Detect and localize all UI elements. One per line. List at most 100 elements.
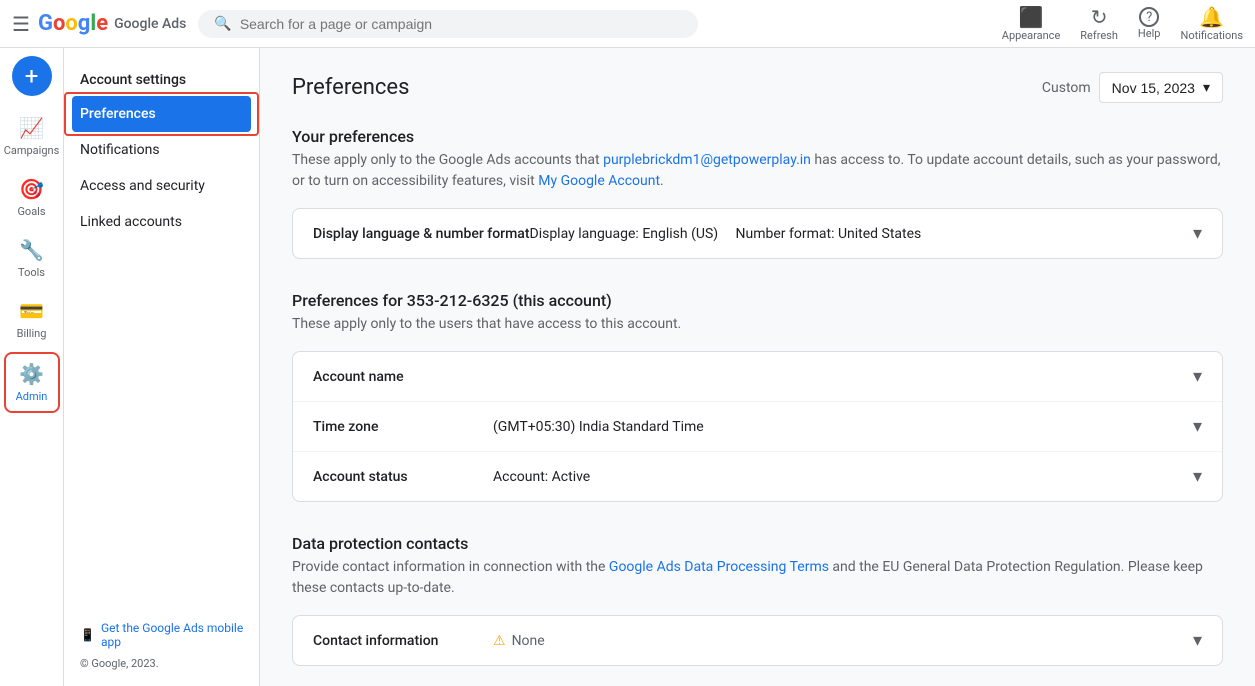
account-preferences-title: Preferences for 353-212-6325 (this accou… bbox=[292, 291, 1223, 310]
data-protection-desc: Provide contact information in connectio… bbox=[292, 557, 1223, 599]
refresh-action[interactable]: ↻ Refresh bbox=[1080, 5, 1118, 42]
help-icon: ? bbox=[1139, 7, 1159, 27]
left-nav: + 📈 Campaigns 🎯 Goals 🔧 Tools 💳 Billing … bbox=[0, 48, 64, 686]
warning-icon: ⚠ bbox=[493, 633, 506, 649]
sidebar-item-notifications-label: Notifications bbox=[80, 142, 160, 158]
topbar: ☰ Google Google Ads 🔍 ⬛ Appearance ↻ Ref… bbox=[0, 0, 1255, 48]
time-zone-label: Time zone bbox=[313, 419, 493, 435]
account-status-label: Account status bbox=[313, 469, 493, 485]
contact-information-chevron: ▾ bbox=[1193, 630, 1202, 651]
my-google-account-link[interactable]: My Google Account bbox=[538, 173, 660, 189]
account-name-chevron: ▾ bbox=[1193, 366, 1202, 387]
tools-icon: 🔧 bbox=[19, 238, 44, 262]
page-title: Preferences bbox=[292, 75, 409, 100]
mobile-app-link-text: Get the Google Ads mobile app bbox=[101, 621, 244, 649]
nav-item-billing[interactable]: 💳 Billing bbox=[4, 291, 60, 348]
topbar-right: ⬛ Appearance ↻ Refresh ? Help 🔔 Notifica… bbox=[1002, 5, 1243, 42]
hamburger-icon[interactable]: ☰ bbox=[12, 12, 30, 36]
notifications-label: Notifications bbox=[1180, 29, 1243, 42]
display-language-chevron: ▾ bbox=[1193, 223, 1202, 244]
number-value: United States bbox=[838, 226, 921, 242]
nav-item-admin[interactable]: ⚙️ Admin bbox=[4, 352, 60, 413]
sidebar-item-preferences[interactable]: Preferences bbox=[72, 96, 251, 132]
nav-item-campaigns-label: Campaigns bbox=[4, 144, 60, 157]
refresh-label: Refresh bbox=[1080, 29, 1118, 42]
mobile-icon: 📱 bbox=[80, 628, 95, 642]
date-value: Nov 15, 2023 bbox=[1112, 80, 1195, 96]
time-zone-chevron: ▾ bbox=[1193, 416, 1202, 437]
refresh-icon: ↻ bbox=[1091, 5, 1108, 29]
data-protection-title: Data protection contacts bbox=[292, 534, 1223, 553]
appearance-action[interactable]: ⬛ Appearance bbox=[1002, 5, 1061, 42]
copyright: © Google, 2023. bbox=[80, 657, 244, 670]
search-icon: 🔍 bbox=[214, 16, 231, 32]
account-name-row[interactable]: Account name ▾ bbox=[293, 352, 1222, 402]
account-preferences-section: Preferences for 353-212-6325 (this accou… bbox=[292, 291, 1223, 502]
search-bar[interactable]: 🔍 bbox=[198, 10, 698, 38]
sidebar-item-access-security[interactable]: Access and security bbox=[64, 168, 259, 204]
time-zone-row[interactable]: Time zone (GMT+05:30) India Standard Tim… bbox=[293, 402, 1222, 452]
nav-item-goals-label: Goals bbox=[17, 205, 45, 218]
nav-item-campaigns[interactable]: 📈 Campaigns bbox=[4, 108, 60, 165]
account-preferences-card: Account name ▾ Time zone (GMT+05:30) Ind… bbox=[292, 351, 1223, 502]
data-protection-section: Data protection contacts Provide contact… bbox=[292, 534, 1223, 666]
appearance-icon: ⬛ bbox=[1019, 5, 1044, 29]
notifications-action[interactable]: 🔔 Notifications bbox=[1180, 5, 1243, 42]
desc-suffix: . bbox=[660, 173, 664, 189]
notifications-icon: 🔔 bbox=[1199, 5, 1224, 29]
sidebar: Account settings Preferences Notificatio… bbox=[64, 48, 260, 686]
mobile-app-link[interactable]: 📱 Get the Google Ads mobile app bbox=[80, 621, 244, 649]
your-preferences-title: Your preferences bbox=[292, 127, 1223, 146]
chevron-down-icon: ▾ bbox=[1203, 79, 1210, 96]
desc-prefix: These apply only to the Google Ads accou… bbox=[292, 152, 603, 168]
nav-item-billing-label: Billing bbox=[17, 327, 47, 340]
goals-icon: 🎯 bbox=[19, 177, 44, 201]
your-preferences-desc: These apply only to the Google Ads accou… bbox=[292, 150, 1223, 192]
contact-information-card: Contact information ⚠ None ▾ bbox=[292, 615, 1223, 666]
logo-text: Google Ads bbox=[114, 16, 186, 32]
admin-icon: ⚙️ bbox=[19, 362, 44, 386]
campaigns-icon: 📈 bbox=[19, 116, 44, 140]
dp-desc-prefix: Provide contact information in connectio… bbox=[292, 559, 609, 575]
number-label: Number format: bbox=[736, 226, 835, 242]
date-selector: Custom Nov 15, 2023 ▾ bbox=[1042, 72, 1223, 103]
gdpr-link[interactable]: Google Ads Data Processing Terms bbox=[609, 559, 829, 575]
nav-item-goals[interactable]: 🎯 Goals bbox=[4, 169, 60, 226]
main-content: Preferences Custom Nov 15, 2023 ▾ Your p… bbox=[260, 48, 1255, 686]
help-action[interactable]: ? Help bbox=[1138, 7, 1161, 40]
date-button[interactable]: Nov 15, 2023 ▾ bbox=[1099, 72, 1223, 103]
nav-item-tools-label: Tools bbox=[18, 266, 45, 279]
contact-information-value: ⚠ None bbox=[493, 633, 545, 649]
time-zone-value: (GMT+05:30) India Standard Time bbox=[493, 419, 1193, 435]
sidebar-item-linked-accounts-label: Linked accounts bbox=[80, 214, 182, 230]
display-language-label: Display language & number format bbox=[313, 226, 530, 242]
language-label: Display language: bbox=[530, 226, 639, 242]
account-status-row[interactable]: Account status Account: Active ▾ bbox=[293, 452, 1222, 501]
sidebar-item-access-security-label: Access and security bbox=[80, 178, 205, 194]
contact-none-value: None bbox=[512, 633, 545, 649]
search-input[interactable] bbox=[240, 16, 683, 32]
account-name-label: Account name bbox=[313, 369, 493, 385]
topbar-left: ☰ Google Google Ads bbox=[12, 11, 186, 36]
nav-item-tools[interactable]: 🔧 Tools bbox=[4, 230, 60, 287]
display-language-value: Display language: English (US) Number fo… bbox=[530, 226, 1193, 242]
main-header: Preferences Custom Nov 15, 2023 ▾ bbox=[292, 72, 1223, 103]
sidebar-footer: 📱 Get the Google Ads mobile app © Google… bbox=[64, 621, 260, 670]
appearance-label: Appearance bbox=[1002, 29, 1061, 42]
create-button[interactable]: + bbox=[12, 56, 52, 96]
help-label: Help bbox=[1138, 27, 1161, 40]
display-language-card: Display language & number format Display… bbox=[292, 208, 1223, 259]
nav-item-admin-label: Admin bbox=[16, 390, 48, 403]
google-ads-logo: Google Google Ads bbox=[38, 11, 186, 36]
sidebar-item-notifications[interactable]: Notifications bbox=[64, 132, 259, 168]
sidebar-item-linked-accounts[interactable]: Linked accounts bbox=[64, 204, 259, 240]
language-value: English (US) bbox=[642, 226, 718, 242]
email-link[interactable]: purplebrickdm1@getpowerplay.in bbox=[603, 152, 811, 168]
billing-icon: 💳 bbox=[19, 299, 44, 323]
your-preferences-section: Your preferences These apply only to the… bbox=[292, 127, 1223, 259]
sidebar-item-preferences-label: Preferences bbox=[80, 106, 156, 122]
layout: + 📈 Campaigns 🎯 Goals 🔧 Tools 💳 Billing … bbox=[0, 48, 1255, 686]
contact-information-row[interactable]: Contact information ⚠ None ▾ bbox=[293, 616, 1222, 665]
display-language-row[interactable]: Display language & number format Display… bbox=[293, 209, 1222, 258]
account-preferences-desc: These apply only to the users that have … bbox=[292, 314, 1223, 335]
